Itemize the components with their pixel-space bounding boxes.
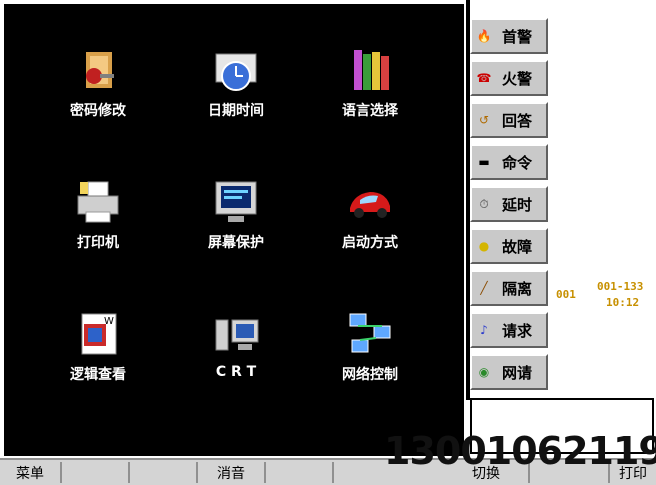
mute-label: 消音 [217,465,245,482]
timer-icon: ⏱ [479,197,489,211]
menu-item-label: 日期时间 [208,103,264,119]
clock-time: 10:12 [606,296,640,309]
menu-item-label: 启动方式 [342,235,398,251]
toolbar-slot-empty[interactable] [130,462,198,483]
monitor-icon [212,178,260,226]
flame-icon: 🔥 [476,29,492,43]
fire-alarm-button[interactable]: ☎ 火警 [470,60,548,96]
menu-item-label: 打印机 [77,235,119,251]
menu-item-language[interactable]: 语言选择 [310,46,430,136]
menu-item-logic-view[interactable]: W 逻辑查看 [38,310,158,400]
button-label: 网请 [502,363,533,382]
gun-icon: ▬ [478,155,490,169]
note-icon: ♪ [480,323,488,337]
phone-number-watermark: 13001062119 [384,429,656,473]
first-alarm-button[interactable]: 🔥 首警 [470,18,548,54]
menu-item-startup[interactable]: 启动方式 [310,178,430,268]
menu-item-label: 语言选择 [342,103,398,119]
mute-button[interactable]: 消音 [198,462,266,483]
delay-button[interactable]: ⏱ 延时 [470,186,548,222]
button-label: 火警 [502,69,533,88]
menu-item-crt[interactable]: C R T [176,310,296,400]
menu-item-label: 逻辑查看 [70,367,126,383]
menu-label: 菜单 [16,465,44,482]
network-icon [346,310,394,358]
isolate-button[interactable]: ╱ 隔离 [470,270,548,306]
menu-item-label: 密码修改 [70,103,126,119]
alarm-button-panel: 🔥 首警 ☎ 火警 ↺ 回答 ▬ 命令 ⏱ 延时 ● 故障 ╱ 隔离 ♪ 请求 [470,4,550,396]
menu-item-password[interactable]: 密码修改 [38,46,158,136]
button-label: 故障 [502,237,533,256]
button-label: 隔离 [502,279,533,298]
phone-icon: ☎ [476,71,492,85]
command-button[interactable]: ▬ 命令 [470,144,548,180]
menu-item-network[interactable]: 网络控制 [310,310,430,400]
red-car-icon [346,178,394,226]
app-frame: 密码修改 日期时间 语言选择 打印机 屏幕保护 启动方式 W 逻辑查看 C R … [0,0,656,485]
books-icon [346,46,394,94]
menu-button[interactable]: 菜单 [0,462,62,483]
fault-button[interactable]: ● 故障 [470,228,548,264]
printer-icon [74,178,122,226]
bulb-icon: ● [478,239,490,253]
menu-item-label: 屏幕保护 [208,235,264,251]
toolbar-slot-empty[interactable] [62,462,130,483]
button-label: 首警 [502,27,533,46]
svg-text:W: W [104,316,114,327]
reply-icon: ↺ [478,113,490,127]
answer-button[interactable]: ↺ 回答 [470,102,548,138]
menu-item-label: 网络控制 [342,367,398,383]
stick-icon: ╱ [480,281,488,295]
button-label: 命令 [502,153,533,172]
clock-icon [212,46,260,94]
button-label: 延时 [502,195,533,214]
menu-item-datetime[interactable]: 日期时间 [176,46,296,136]
menu-item-printer[interactable]: 打印机 [38,178,158,268]
request-button[interactable]: ♪ 请求 [470,312,548,348]
network-request-button[interactable]: ◉ 网请 [470,354,548,390]
button-label: 回答 [502,111,533,130]
globe-icon: ◉ [478,365,490,379]
computer-icon [212,310,260,358]
main-menu-area: 密码修改 日期时间 语言选择 打印机 屏幕保护 启动方式 W 逻辑查看 C R … [4,4,464,456]
toolbar-slot-empty[interactable] [266,462,334,483]
menu-item-label: C R T [215,364,257,380]
lock-key-icon [74,46,122,94]
button-label: 请求 [502,321,533,340]
device-code: 001 [556,288,576,301]
document-icon: W [74,310,122,358]
menu-item-screensaver[interactable]: 屏幕保护 [176,178,296,268]
address-range: 001-133 [597,280,644,293]
